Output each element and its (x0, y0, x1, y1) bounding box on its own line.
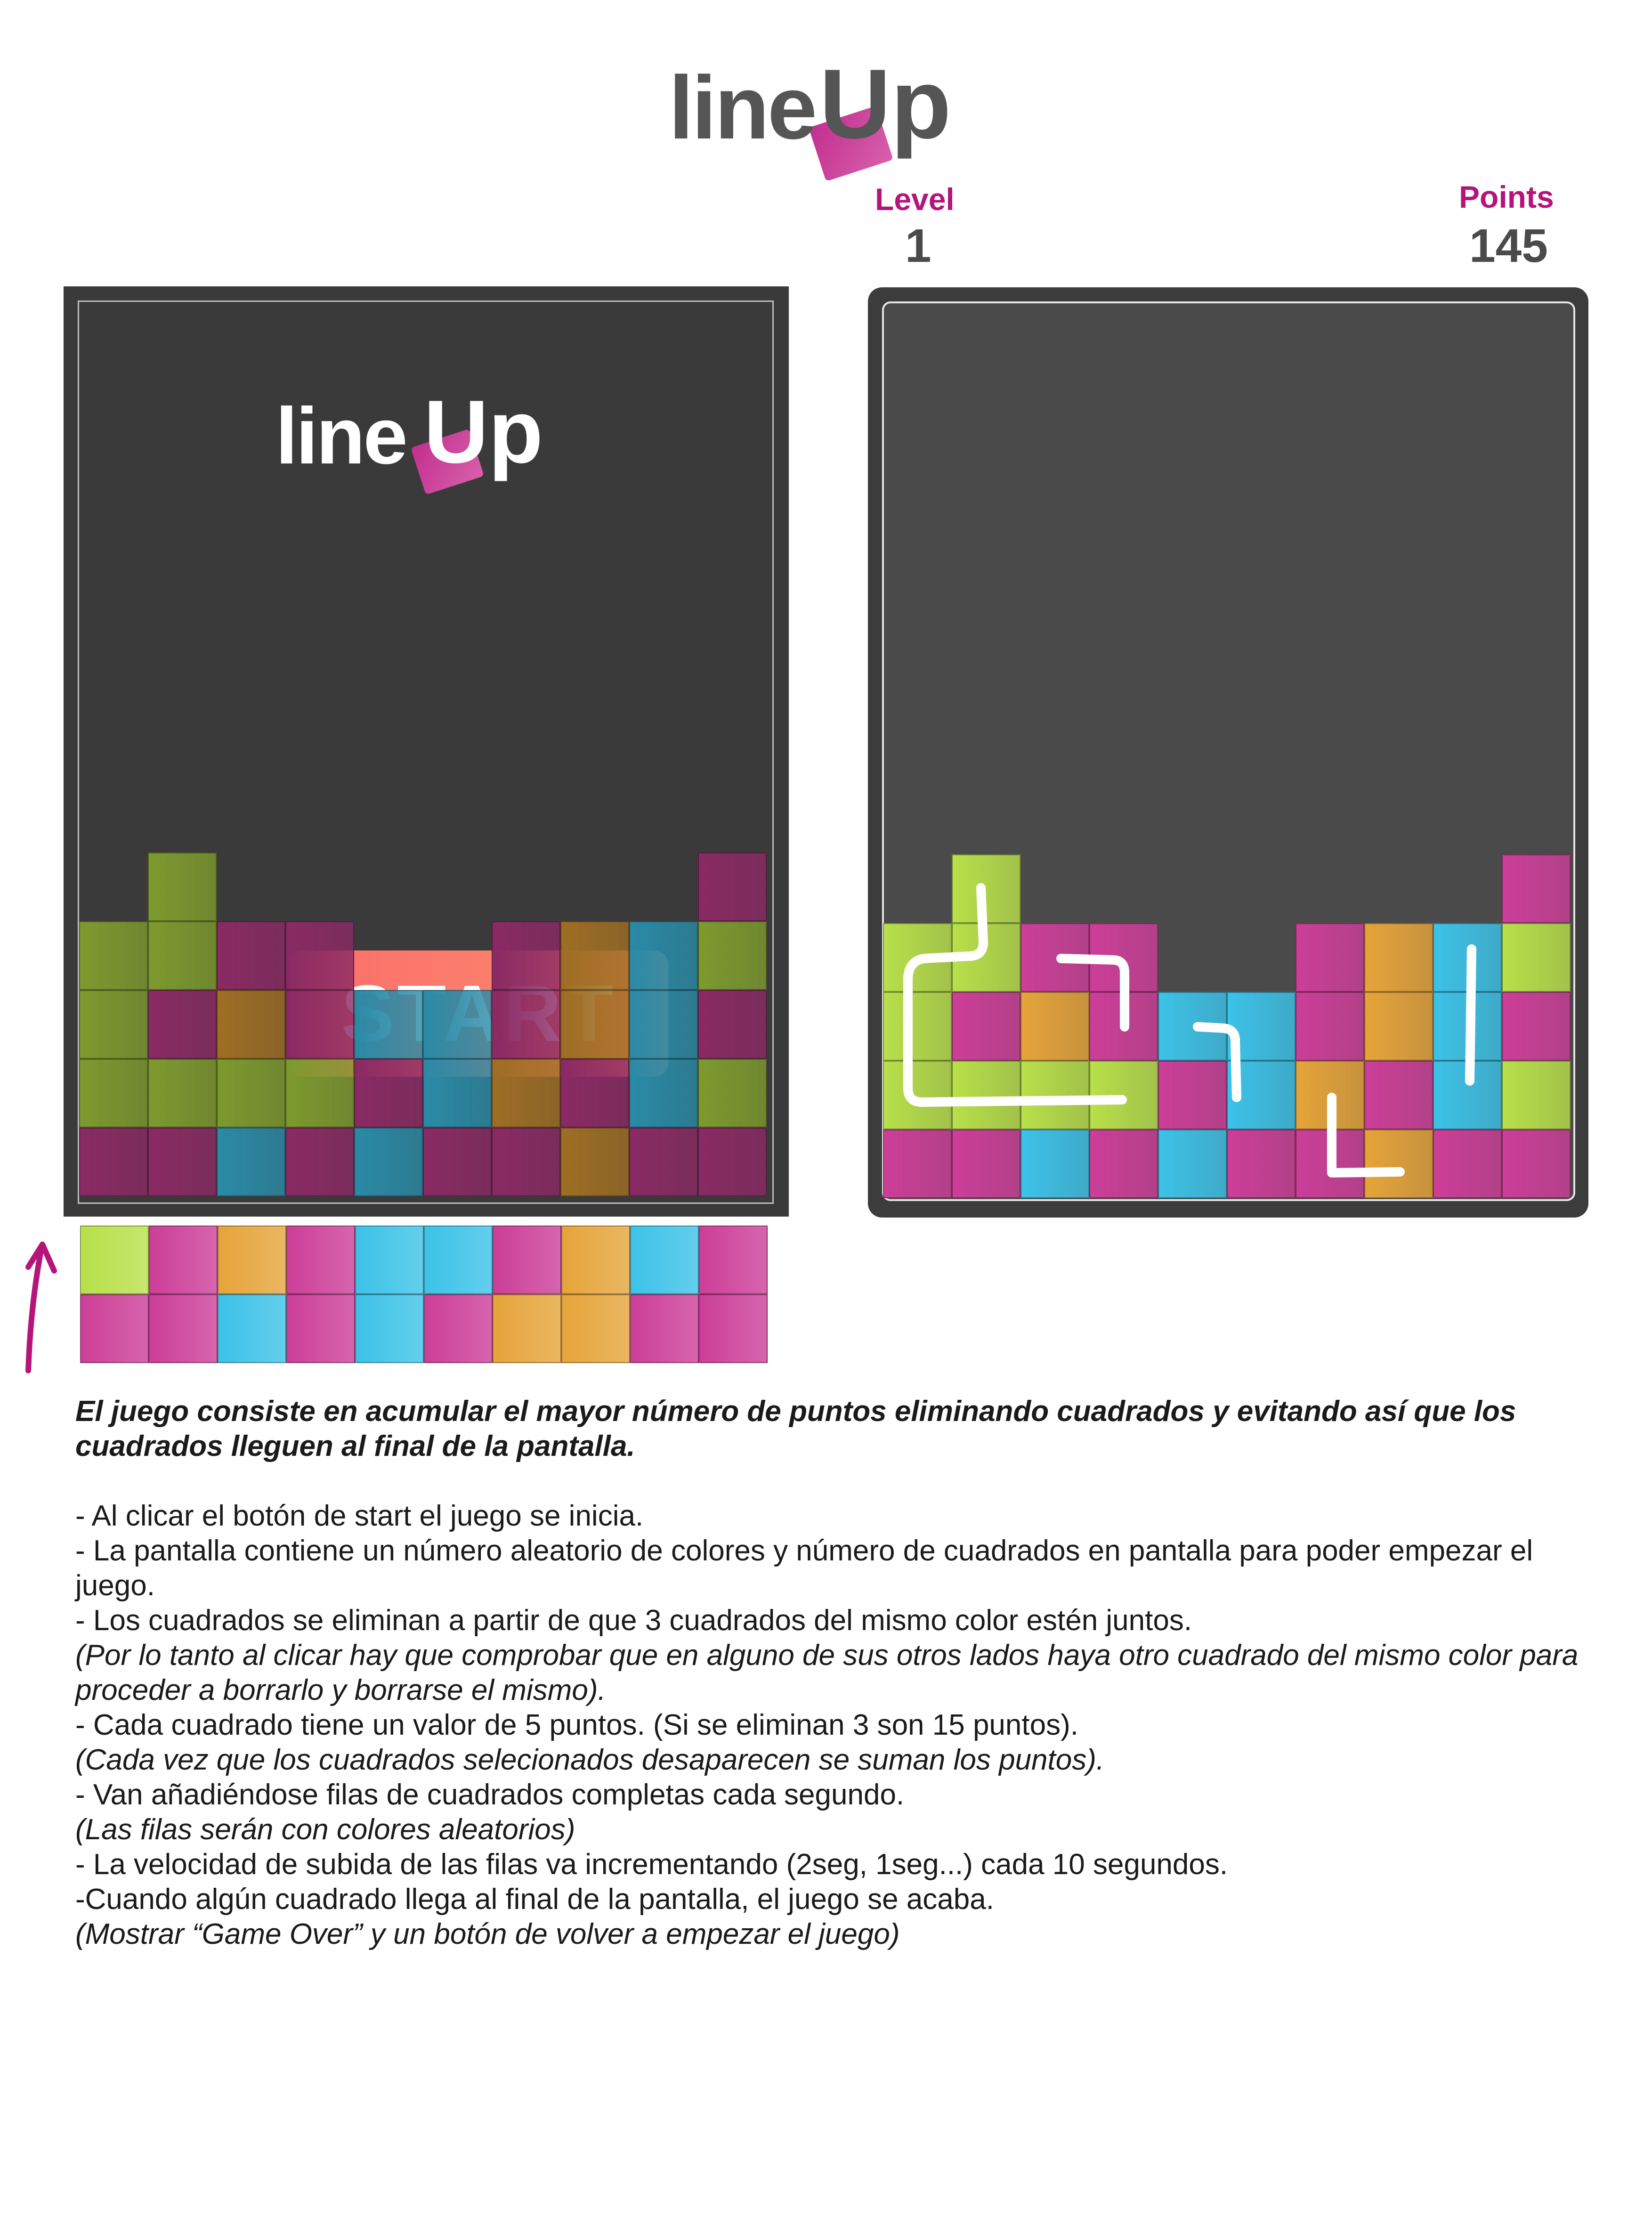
swipe-path-cyan-vertical (1465, 944, 1476, 1086)
description-rule: (Por lo tanto al clicar hay que comproba… (75, 1639, 1579, 1706)
block-pink[interactable] (698, 990, 767, 1059)
block-pink[interactable] (285, 990, 354, 1059)
block-pink[interactable] (492, 921, 560, 990)
block-pink[interactable] (148, 1128, 217, 1196)
block-pink[interactable] (698, 1128, 767, 1196)
block-pink[interactable] (149, 1294, 218, 1363)
block-pink[interactable] (493, 1226, 561, 1294)
block-pink[interactable] (149, 1226, 218, 1294)
game-description: El juego consiste en acumular el mayor n… (75, 1394, 1582, 1952)
description-rule: - Los cuadrados se eliminan a partir de … (75, 1604, 1192, 1637)
block-cyan[interactable] (423, 990, 492, 1059)
block-pink[interactable] (80, 1294, 149, 1363)
swipe-path-orange (1327, 1093, 1405, 1177)
points-label: Points (1459, 179, 1554, 214)
description-rule: - Cada cuadrado tiene un valor de 5 punt… (75, 1709, 1078, 1741)
block-green[interactable] (217, 1059, 285, 1128)
block-cyan[interactable] (629, 990, 698, 1059)
block-cyan[interactable] (355, 1226, 424, 1294)
block-pink[interactable] (423, 1128, 492, 1196)
block-green[interactable] (80, 1226, 149, 1294)
block-cyan[interactable] (218, 1294, 286, 1363)
block-orange[interactable] (493, 1294, 561, 1363)
block-pink[interactable] (630, 1294, 699, 1363)
block-cyan[interactable] (630, 1226, 699, 1294)
logo-up-text: Up (819, 49, 951, 159)
top-logo: line Up (669, 28, 970, 182)
description-rules: - Al clicar el botón de start el juego s… (75, 1499, 1582, 1952)
block-cyan[interactable] (629, 1059, 698, 1128)
block-cyan[interactable] (354, 1128, 423, 1196)
level-label: Level (875, 182, 955, 217)
block-green[interactable] (285, 1059, 354, 1128)
block-green[interactable] (79, 990, 148, 1059)
block-pink[interactable] (492, 1128, 560, 1196)
block-pink[interactable] (492, 990, 560, 1059)
swipe-gesture-overlay (903, 883, 1476, 1177)
description-rule: - La velocidad de subida de las filas va… (75, 1848, 1228, 1881)
block-cyan[interactable] (355, 1294, 424, 1363)
description-rule: (Cada vez que los cuadrados selecionados… (75, 1744, 1105, 1776)
incoming-rows (80, 1226, 768, 1365)
block-pink[interactable] (285, 921, 354, 990)
block-orange[interactable] (561, 1226, 630, 1294)
block-green[interactable] (148, 1059, 217, 1128)
block-pink[interactable] (424, 1294, 493, 1363)
description-rule: (Las filas serán con colores aleatorios) (75, 1813, 575, 1846)
logo-line-text: line (669, 58, 817, 158)
block-green[interactable] (148, 921, 217, 990)
block-pink[interactable] (286, 1294, 355, 1363)
block-orange[interactable] (217, 990, 285, 1059)
block-pink[interactable] (629, 1128, 698, 1196)
block-green[interactable] (698, 1059, 767, 1128)
block-pink[interactable] (698, 853, 767, 921)
description-rule: - La pantalla contiene un número aleator… (75, 1535, 1533, 1602)
block-cyan[interactable] (629, 921, 698, 990)
block-cyan[interactable] (424, 1226, 493, 1294)
block-pink[interactable] (148, 990, 217, 1059)
block-pink[interactable] (217, 921, 285, 990)
block-orange[interactable] (560, 990, 629, 1059)
swipe-path-green (903, 883, 1127, 1107)
description-intro: El juego consiste en acumular el mayor n… (75, 1395, 1516, 1462)
block-pink[interactable] (699, 1294, 768, 1363)
block-green[interactable] (148, 853, 217, 921)
description-rule: - Van añadiéndose filas de cuadrados com… (75, 1778, 905, 1811)
block-pink[interactable] (79, 1128, 148, 1196)
block-orange[interactable] (218, 1226, 286, 1294)
swipe-path-cyan (1193, 1022, 1241, 1102)
start-screen: line Up START (64, 286, 789, 1217)
block-orange[interactable] (560, 1128, 629, 1196)
level-value: 1 (905, 219, 931, 272)
block-green[interactable] (79, 921, 148, 990)
rows-rising-arrow-icon (25, 1242, 57, 1373)
left-block-grid (79, 286, 767, 1202)
block-orange[interactable] (561, 1294, 630, 1363)
description-rule: - Al clicar el botón de start el juego s… (75, 1500, 644, 1532)
block-cyan[interactable] (423, 1059, 492, 1128)
description-rule: (Mostrar “Game Over” y un botón de volve… (75, 1918, 900, 1950)
block-cyan[interactable] (217, 1128, 285, 1196)
game-screen (868, 287, 1588, 1218)
block-pink[interactable] (286, 1226, 355, 1294)
description-rule: -Cuando algún cuadrado llega al final de… (75, 1883, 994, 1916)
block-pink[interactable] (699, 1226, 768, 1294)
block-orange[interactable] (492, 1059, 560, 1128)
block-pink[interactable] (354, 1059, 423, 1128)
block-cyan[interactable] (354, 990, 423, 1059)
block-pink[interactable] (285, 1128, 354, 1196)
swipe-path-pink (1056, 954, 1129, 1031)
block-orange[interactable] (560, 921, 629, 990)
block-pink[interactable] (560, 1059, 629, 1128)
block-green[interactable] (698, 921, 767, 990)
block-green[interactable] (79, 1059, 148, 1128)
points-value: 145 (1469, 219, 1548, 272)
